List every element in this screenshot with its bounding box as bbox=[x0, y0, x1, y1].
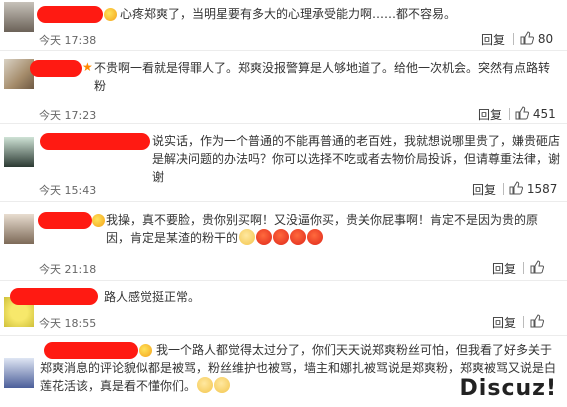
vip-badge-icon bbox=[104, 8, 117, 21]
like-button[interactable]: 80 bbox=[520, 31, 553, 46]
like-button[interactable]: 1587 bbox=[509, 181, 557, 196]
thumb-up-icon bbox=[515, 106, 530, 120]
avatar[interactable] bbox=[4, 59, 34, 89]
reply-button[interactable]: 回复 bbox=[478, 106, 502, 123]
reply-button[interactable]: 回复 bbox=[492, 260, 516, 277]
avatar[interactable] bbox=[4, 214, 34, 244]
comment-item: 心疼郑爽了，当明星要有多大的心理承受能力啊……都不容易。 今天 17:38 回复… bbox=[0, 0, 567, 51]
avatar[interactable] bbox=[4, 2, 34, 32]
thumb-up-icon bbox=[520, 31, 535, 45]
angry-face-emoji bbox=[256, 229, 273, 245]
divider bbox=[503, 183, 504, 195]
divider bbox=[509, 108, 510, 120]
comment-time: 今天 21:18 bbox=[39, 263, 97, 276]
comment-time: 今天 17:38 bbox=[39, 34, 97, 47]
cat-face-emoji bbox=[197, 377, 214, 393]
avatar[interactable] bbox=[4, 358, 34, 388]
angry-face-emoji bbox=[273, 229, 290, 245]
reply-button[interactable]: 回复 bbox=[472, 181, 496, 198]
angry-face-emoji bbox=[307, 229, 324, 245]
redacted-username[interactable] bbox=[40, 133, 150, 150]
reply-button[interactable]: 回复 bbox=[481, 31, 505, 48]
discuz-watermark: Discuz! bbox=[459, 376, 557, 401]
comment-time: 今天 17:23 bbox=[39, 109, 97, 122]
divider bbox=[513, 33, 514, 45]
like-button[interactable] bbox=[530, 260, 545, 275]
thumb-up-icon bbox=[530, 260, 545, 274]
like-count: 451 bbox=[532, 107, 556, 121]
like-button[interactable]: 451 bbox=[515, 106, 556, 121]
like-count: 1587 bbox=[526, 182, 558, 196]
reply-button[interactable]: 回复 bbox=[492, 314, 516, 331]
avatar[interactable] bbox=[4, 137, 34, 167]
redacted-username[interactable] bbox=[30, 60, 82, 77]
redacted-username[interactable] bbox=[10, 288, 98, 305]
comment-item: 说实话，作为一个普通的不能再普通的老百姓，我就想说哪里贵了，嫌贵砸店是解决问题的… bbox=[0, 124, 567, 202]
divider bbox=[523, 316, 524, 328]
cat-face-emoji bbox=[239, 229, 256, 245]
redacted-username[interactable] bbox=[38, 212, 92, 229]
divider bbox=[523, 262, 524, 274]
comment-item: ★ 不贵啊一看就是得罪人了。郑爽没报警算是人够地道了。给他一次机会。突然有点路转… bbox=[0, 51, 567, 124]
comment-text: 说实话，作为一个普通的不能再普通的老百姓，我就想说哪里贵了，嫌贵砸店是解决问题的… bbox=[152, 134, 561, 184]
comment-item: 我一个路人都觉得太过分了，你们天天说郑爽粉丝可怕，但我看了好多关于郑爽消息的评论… bbox=[0, 336, 567, 407]
comment-item: 路人感觉挺正常。 今天 18:55 回复 bbox=[0, 281, 567, 336]
vip-badge-icon bbox=[92, 214, 105, 227]
like-button[interactable] bbox=[530, 314, 545, 329]
comment-text: 不贵啊一看就是得罪人了。郑爽没报警算是人够地道了。给他一次机会。突然有点路转粉 bbox=[94, 61, 551, 93]
comment-item: 我操，真不要脸，贵你别买啊！又没逼你买，贵关你屁事啊！肯定不是因为贵的原因，肯定… bbox=[0, 202, 567, 281]
comment-text: 我操，真不要脸，贵你别买啊！又没逼你买，贵关你屁事啊！肯定不是因为贵的原因，肯定… bbox=[106, 213, 539, 245]
thumb-up-icon bbox=[530, 314, 545, 328]
comment-text: 心疼郑爽了，当明星要有多大的心理承受能力啊……都不容易。 bbox=[120, 7, 457, 21]
comment-text: 路人感觉挺正常。 bbox=[104, 290, 201, 304]
comment-time: 今天 18:55 bbox=[39, 317, 97, 330]
redacted-username[interactable] bbox=[37, 6, 103, 23]
like-count: 80 bbox=[537, 32, 554, 46]
thumb-up-icon bbox=[509, 181, 524, 195]
comment-time: 今天 15:43 bbox=[39, 184, 97, 197]
cat-face-emoji bbox=[214, 377, 231, 393]
angry-face-emoji bbox=[290, 229, 307, 245]
